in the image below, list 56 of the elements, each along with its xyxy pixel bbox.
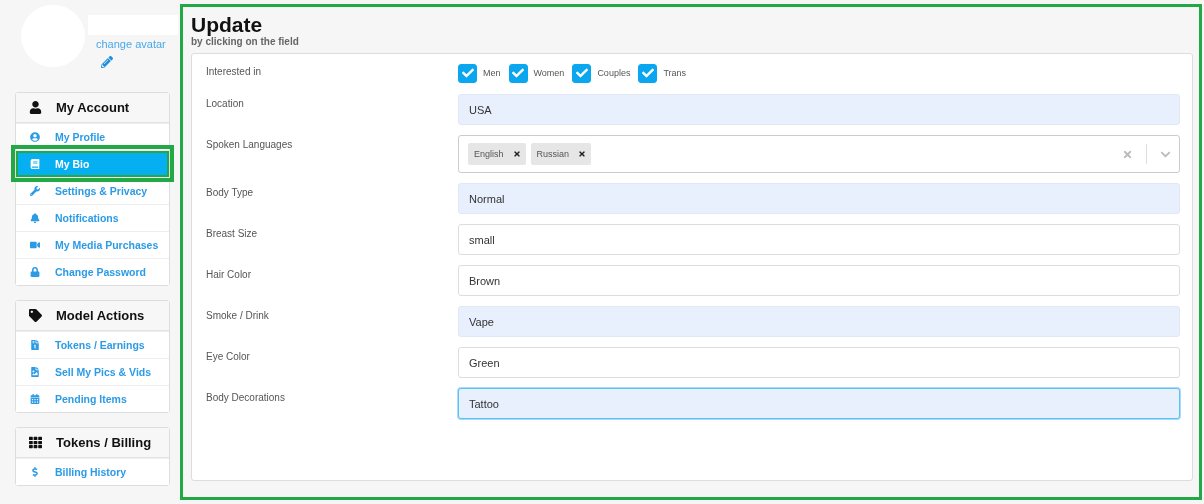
input-field[interactable]: Normal — [458, 183, 1180, 215]
dollar-document-icon — [29, 340, 41, 350]
multiselect-field[interactable]: English Russian — [458, 135, 1180, 174]
pencil-icon[interactable] — [101, 56, 113, 68]
checkbox-option[interactable]: Trans — [638, 63, 687, 83]
field-label: Hair Color — [206, 268, 252, 281]
calendar-icon — [29, 394, 41, 404]
dollar-icon — [29, 467, 41, 477]
field-label: Body Decorations — [206, 391, 286, 404]
image-document-icon — [29, 367, 41, 377]
input-field[interactable]: Tattoo — [458, 388, 1180, 420]
tag-label: English — [474, 149, 504, 160]
page-subtitle: by clicking on the field — [191, 36, 300, 48]
checkbox-label: Trans — [663, 68, 687, 79]
checkbox[interactable] — [572, 63, 592, 83]
checkbox[interactable] — [638, 63, 658, 83]
input-field[interactable]: Green — [458, 347, 1180, 379]
lock-icon — [29, 267, 41, 277]
book-icon — [29, 159, 41, 169]
nav-section-title: Tokens / Billing — [56, 435, 152, 450]
input-field[interactable]: Vape — [458, 306, 1180, 338]
wrench-icon — [29, 186, 41, 196]
checkbox-option[interactable]: Couples — [572, 63, 631, 83]
nav-section-title: Model Actions — [56, 308, 145, 323]
checkbox[interactable] — [458, 63, 477, 83]
field-label: Smoke / Drink — [206, 309, 270, 322]
check-icon — [512, 67, 524, 80]
field-label: Spoken Languages — [206, 138, 294, 151]
check-icon — [575, 67, 588, 80]
remove-icon[interactable] — [512, 150, 521, 159]
nav-section-title: My Account — [56, 100, 130, 115]
user-icon — [29, 101, 42, 114]
checkbox-label: Women — [533, 68, 565, 79]
check-icon — [641, 67, 654, 80]
page-title: Update — [191, 13, 263, 37]
field-label: Breast Size — [206, 227, 259, 240]
bell-icon — [29, 213, 41, 223]
field-label: Body Type — [206, 186, 255, 199]
check-icon — [461, 67, 474, 80]
video-camera-icon — [29, 240, 41, 250]
input-field[interactable]: small — [458, 224, 1180, 256]
field-label: Eye Color — [206, 350, 251, 363]
field-label: Interested in — [206, 65, 263, 78]
checkbox-label: Couples — [597, 68, 631, 79]
checkbox-option[interactable]: Women — [508, 63, 565, 83]
input-field[interactable]: Brown — [458, 265, 1180, 297]
tag-icon — [29, 309, 42, 322]
clear-icon[interactable] — [1122, 148, 1133, 160]
grid-icon — [29, 436, 42, 449]
input-field[interactable]: USA — [458, 94, 1180, 126]
checkbox-option[interactable]: Men — [458, 63, 501, 83]
remove-icon[interactable] — [578, 150, 587, 159]
field-label: Location — [206, 97, 245, 110]
tag-label: Russian — [536, 149, 570, 160]
checkbox[interactable] — [508, 63, 528, 83]
checkbox-label: Men — [483, 68, 501, 79]
